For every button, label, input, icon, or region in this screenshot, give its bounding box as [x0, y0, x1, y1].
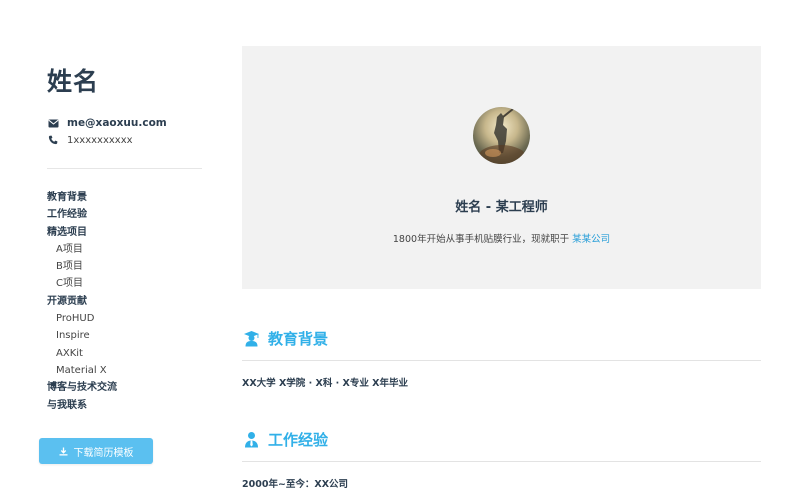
phone-icon — [47, 134, 59, 146]
nav-item-work[interactable]: 工作经验 — [47, 206, 117, 223]
user-tie-icon — [242, 431, 260, 449]
profile-header: 姓名 - 某工程师 1800年开始从事手机贴膜行业，现就职于 某某公司 — [242, 46, 761, 289]
nav-item-material-x[interactable]: Material X — [47, 362, 117, 379]
section-title: 工作经验 — [268, 431, 329, 449]
education-entry: XX大学 X学院 · X科 · X专业 X年毕业 — [242, 378, 409, 389]
nav-item-projects[interactable]: 精选项目 — [47, 224, 117, 241]
nav-item-opensource[interactable]: 开源贡献 — [47, 293, 117, 310]
section-work-heading: 工作经验 — [242, 429, 761, 450]
nav-item-blog[interactable]: 博客与技术交流 — [47, 379, 117, 396]
download-icon — [59, 447, 68, 456]
section-education-heading: 教育背景 — [242, 328, 761, 349]
phone-contact[interactable]: 1xxxxxxxxxx — [47, 134, 133, 146]
nav-item-project-a[interactable]: A项目 — [47, 241, 117, 258]
avatar — [473, 107, 530, 164]
nav-item-inspire[interactable]: Inspire — [47, 327, 117, 344]
profile-name: 姓名 — [47, 67, 100, 96]
sidebar-divider — [47, 168, 202, 169]
nav-item-project-b[interactable]: B项目 — [47, 258, 117, 275]
profile-description-text: 1800年开始从事手机贴膜行业，现就职于 — [392, 234, 573, 245]
work-entry: 2000年~至今：XX公司 — [242, 479, 349, 490]
phone-text: 1xxxxxxxxxx — [67, 134, 133, 146]
sidebar: 姓名 me@xaoxuu.com 1xxxxxxxxxx 教育背景 工作经验 精… — [0, 0, 222, 500]
graduate-icon — [242, 330, 260, 348]
download-template-button[interactable]: 下载简历模板 — [39, 438, 153, 464]
download-label: 下载简历模板 — [73, 447, 134, 459]
section-title: 教育背景 — [268, 330, 329, 348]
sidebar-nav: 教育背景 工作经验 精选项目 A项目 B项目 C项目 开源贡献 ProHUD I… — [47, 189, 117, 414]
nav-item-prohud[interactable]: ProHUD — [47, 310, 117, 327]
email-text: me@xaoxuu.com — [67, 117, 167, 129]
nav-item-axkit[interactable]: AXKit — [47, 345, 117, 362]
profile-description: 1800年开始从事手机贴膜行业，现就职于 某某公司 — [242, 231, 761, 245]
email-contact[interactable]: me@xaoxuu.com — [47, 117, 167, 129]
envelope-icon — [47, 117, 59, 129]
nav-item-education[interactable]: 教育背景 — [47, 189, 117, 206]
nav-item-project-c[interactable]: C项目 — [47, 275, 117, 292]
section-divider — [242, 360, 761, 361]
profile-title: 姓名 - 某工程师 — [455, 200, 548, 215]
avatar-figure-icon — [473, 108, 530, 164]
section-divider — [242, 461, 761, 462]
nav-item-contact[interactable]: 与我联系 — [47, 397, 117, 414]
company-link[interactable]: 某某公司 — [572, 234, 610, 245]
